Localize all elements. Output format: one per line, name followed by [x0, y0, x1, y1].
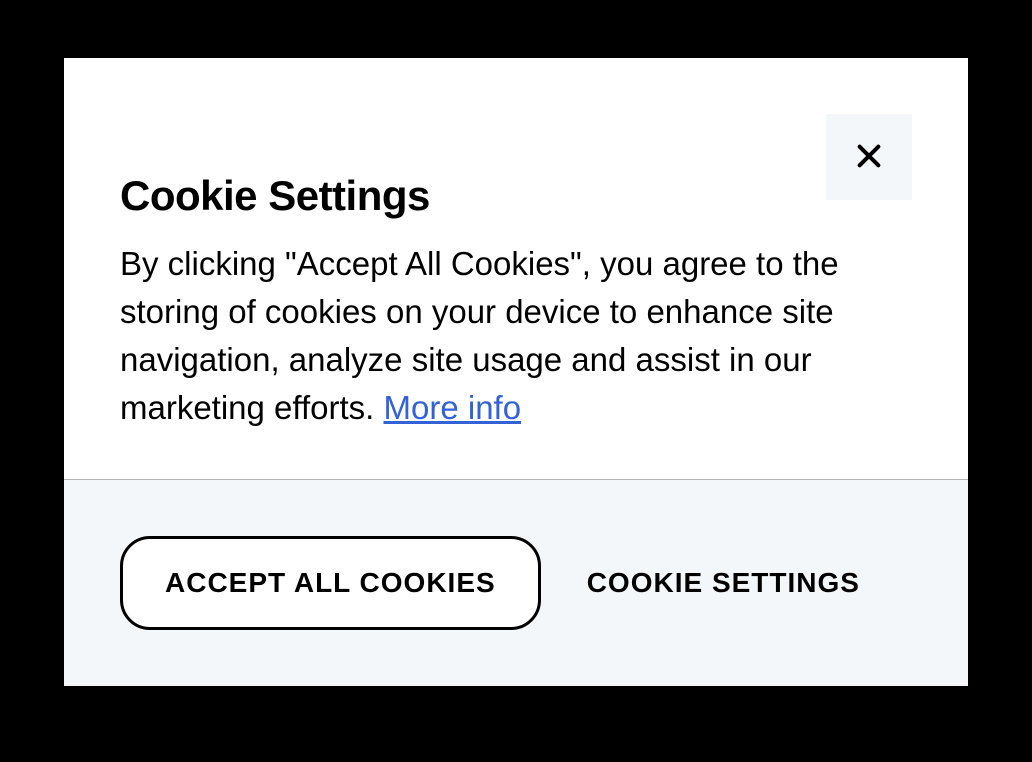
accept-all-cookies-button[interactable]: ACCEPT ALL COOKIES — [120, 536, 541, 630]
cookie-consent-modal: Cookie Settings By clicking "Accept All … — [64, 58, 968, 686]
modal-header: Cookie Settings By clicking "Accept All … — [64, 58, 968, 479]
modal-footer: ACCEPT ALL COOKIES COOKIE SETTINGS — [64, 479, 968, 686]
close-button[interactable] — [826, 114, 912, 200]
modal-title: Cookie Settings — [120, 172, 912, 220]
close-icon — [853, 140, 885, 175]
cookie-settings-button[interactable]: COOKIE SETTINGS — [577, 539, 870, 627]
more-info-link[interactable]: More info — [384, 389, 522, 426]
modal-description: By clicking "Accept All Cookies", you ag… — [120, 240, 900, 431]
